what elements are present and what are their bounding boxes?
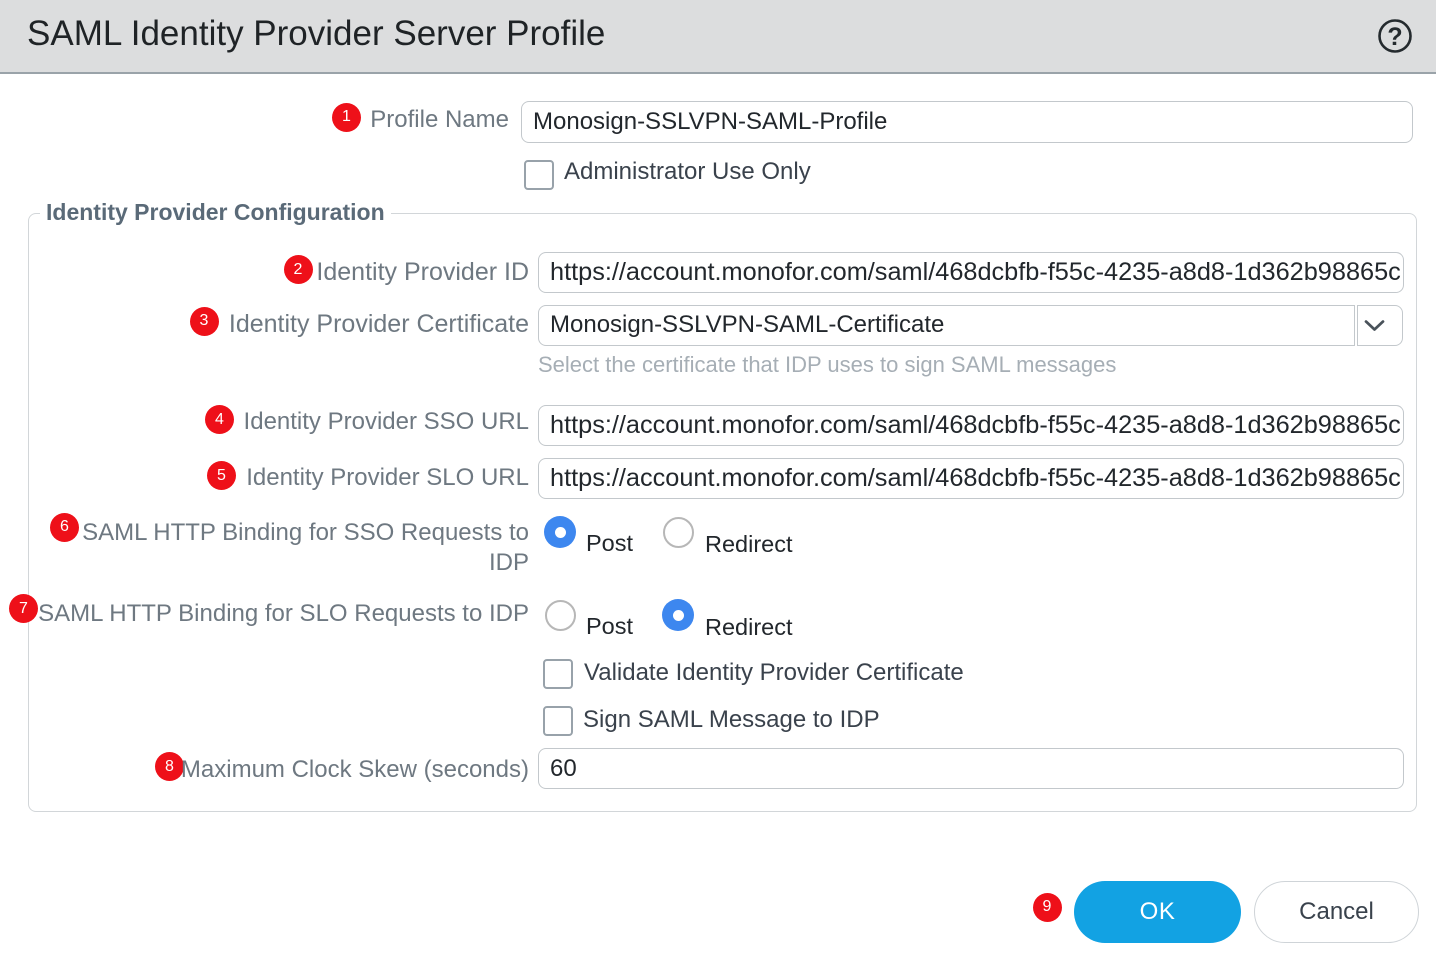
- svg-text:?: ?: [1387, 23, 1402, 51]
